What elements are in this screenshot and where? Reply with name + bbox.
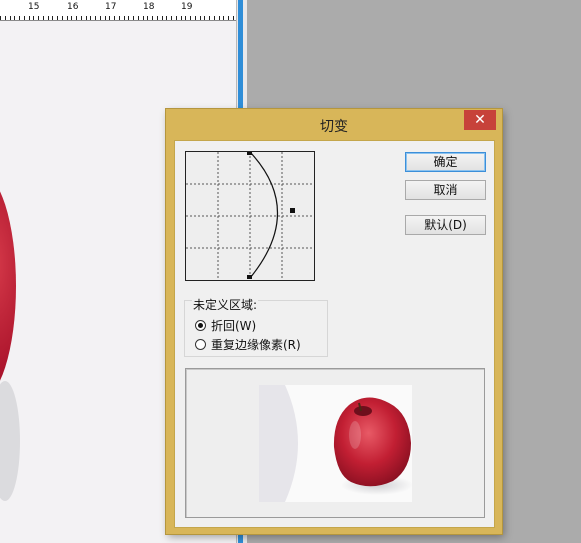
ruler-tick — [57, 16, 58, 20]
shear-curve-editor[interactable] — [185, 151, 315, 281]
ruler-tick — [200, 16, 201, 20]
ruler-tick — [76, 16, 77, 20]
ruler-tick — [138, 16, 139, 20]
ruler-tick — [10, 16, 11, 20]
ruler-label: 16 — [67, 2, 79, 12]
ruler-tick — [105, 16, 106, 20]
ruler-tick — [176, 16, 177, 20]
ruler-tick — [5, 16, 6, 20]
ruler-tick — [152, 16, 153, 20]
radio-unselected-icon[interactable] — [195, 339, 206, 350]
ruler-tick — [14, 16, 15, 20]
ok-button[interactable]: 确定 — [405, 152, 486, 172]
preview-apple — [259, 385, 412, 502]
ruler-tick — [24, 16, 25, 20]
close-button[interactable]: ✕ — [464, 110, 496, 130]
ruler-tick — [143, 16, 144, 20]
ruler-tick — [124, 16, 125, 20]
ruler-tick — [71, 16, 72, 20]
ruler-tick — [19, 16, 20, 20]
curve-point-bottom — [247, 275, 252, 279]
dialog-titlebar[interactable]: 切变 ✕ — [166, 109, 502, 141]
close-icon: ✕ — [474, 112, 486, 128]
ruler-tick — [38, 16, 39, 20]
ruler-tick — [48, 16, 49, 20]
ruler-tick — [52, 16, 53, 20]
ruler-label: 19 — [181, 2, 193, 12]
apple-shadow — [0, 381, 20, 501]
preview-image — [259, 385, 412, 502]
ruler-label: 18 — [143, 2, 155, 12]
ruler-label: 17 — [105, 2, 117, 12]
ruler-tick — [62, 16, 63, 20]
ruler-tick — [128, 16, 129, 20]
ruler-tick — [204, 16, 205, 20]
cancel-button[interactable]: 取消 — [405, 180, 486, 200]
ruler-tick — [185, 16, 186, 20]
ruler-label: 15 — [28, 2, 40, 12]
ruler-tick — [219, 16, 220, 20]
undefined-area-label: 未定义区域: — [192, 296, 259, 313]
ruler-tick — [233, 16, 234, 20]
repeat-edge-pixels-label: 重复边缘像素(R) — [211, 338, 301, 352]
ruler-tick — [95, 16, 96, 20]
ruler-tick — [157, 16, 158, 20]
shear-curve — [249, 152, 278, 279]
ruler-tick — [119, 16, 120, 20]
ruler-tick — [67, 16, 68, 20]
ruler-tick — [190, 16, 191, 20]
curve-point-top — [247, 152, 252, 155]
wrap-around-label: 折回(W) — [211, 319, 257, 333]
dialog-body: 确定 取消 默认(D) 未定义区域: 折回(W) 重复边缘像素(R) — [174, 140, 495, 528]
ruler-tick — [223, 16, 224, 20]
ruler-tick — [162, 16, 163, 20]
shear-dialog: 切变 ✕ 确定 取消 默认(D) 未定义区域: 折回(W) 重复边缘像素(R) — [166, 109, 502, 534]
ruler-tick — [195, 16, 196, 20]
ruler-tick — [166, 16, 167, 20]
ruler-tick — [147, 16, 148, 20]
dialog-title: 切变 — [320, 119, 348, 135]
ruler-tick — [0, 16, 1, 20]
ruler-tick — [181, 16, 182, 20]
ruler-tick — [90, 16, 91, 20]
horizontal-ruler: 15 16 17 18 19 — [0, 0, 236, 21]
ruler-tick — [228, 16, 229, 20]
radio-selected-icon[interactable] — [195, 320, 206, 331]
ruler-tick — [171, 16, 172, 20]
ruler-tick — [100, 16, 101, 20]
ruler-tick — [114, 16, 115, 20]
ruler-tick — [81, 16, 82, 20]
curve-point-middle — [290, 208, 295, 213]
ruler-tick — [209, 16, 210, 20]
ruler-tick — [29, 16, 30, 20]
shear-curve-graph[interactable] — [186, 152, 314, 280]
ruler-tick — [33, 16, 34, 20]
ruler-tick — [43, 16, 44, 20]
ruler-tick — [133, 16, 134, 20]
apple-image — [0, 171, 16, 401]
ruler-tick — [86, 16, 87, 20]
preview-pane — [185, 368, 485, 518]
ruler-tick — [109, 16, 110, 20]
default-button[interactable]: 默认(D) — [405, 215, 486, 235]
ruler-tick — [214, 16, 215, 20]
